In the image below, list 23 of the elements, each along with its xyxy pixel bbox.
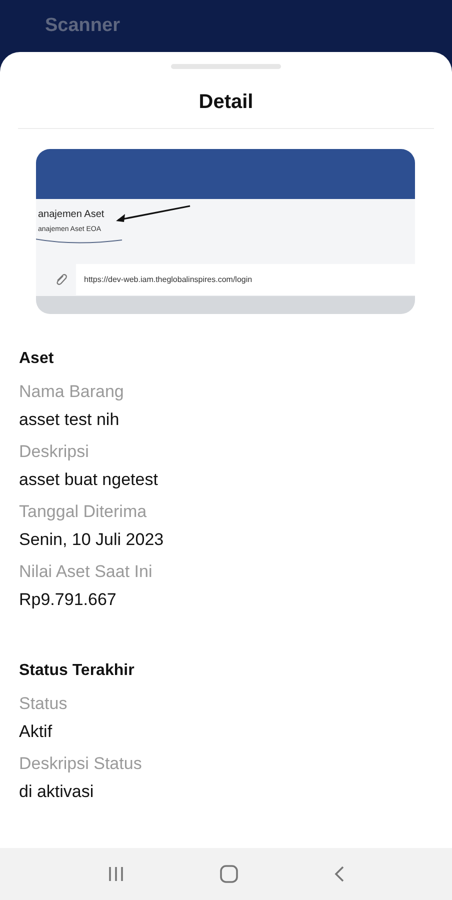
field-label: Tanggal Diterima	[19, 501, 148, 523]
drag-handle[interactable]	[171, 64, 281, 69]
field-value: Senin, 10 Juli 2023	[19, 529, 165, 551]
field-value: asset test nih	[19, 409, 120, 431]
field-value: Aktif	[19, 721, 54, 743]
paperclip-icon	[54, 272, 68, 286]
recent-apps-icon[interactable]	[107, 866, 125, 882]
field-value: di aktivasi	[19, 781, 95, 803]
field-label: Deskripsi	[19, 441, 90, 463]
home-icon[interactable]	[219, 864, 239, 884]
app-title: Scanner	[45, 15, 120, 37]
sheet-title: Detail	[198, 91, 254, 114]
screenshot-heading: anajemen Aset	[38, 209, 106, 220]
url-field: https://dev-web.iam.theglobalinspires.com/login	[76, 264, 415, 295]
section-heading: Status Terakhir	[19, 662, 136, 680]
field-label: Nama Barang	[19, 381, 125, 403]
field-value: Rp9.791.667	[19, 589, 118, 611]
section-heading: Aset	[19, 350, 55, 368]
field-value: asset buat ngetest	[19, 469, 159, 491]
field-label: Status	[19, 693, 68, 715]
field-label: Nilai Aset Saat Ini	[19, 561, 154, 583]
field-label: Deskripsi Status	[19, 753, 143, 775]
back-icon[interactable]	[333, 865, 345, 883]
